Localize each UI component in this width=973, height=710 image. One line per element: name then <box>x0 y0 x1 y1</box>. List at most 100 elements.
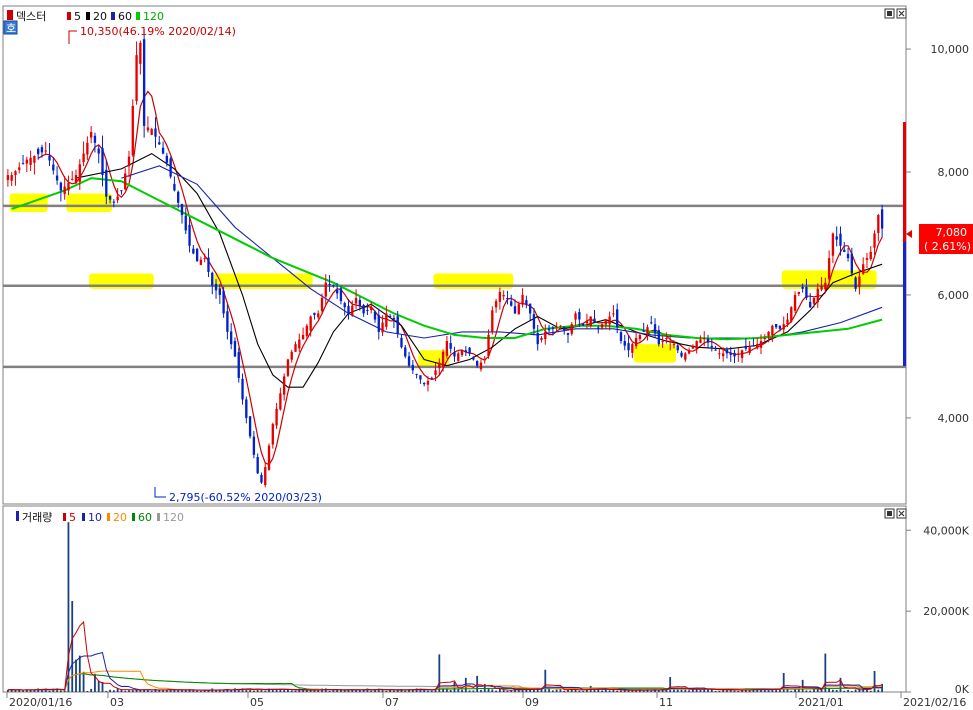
volume-bar <box>737 690 740 692</box>
volume-bar <box>843 690 846 692</box>
corner-badge-label: 호 <box>6 22 16 35</box>
volume-bar <box>449 689 452 692</box>
volume-bar <box>59 690 62 692</box>
volume-bar <box>86 690 89 692</box>
volume-bar <box>385 690 388 692</box>
candle-body <box>661 341 664 343</box>
candle <box>169 156 172 179</box>
candle-body <box>502 294 505 297</box>
candle-body <box>252 436 256 455</box>
volume-bar <box>832 689 834 692</box>
candle-body <box>203 258 206 260</box>
candle-body <box>63 186 66 195</box>
candle-body <box>525 300 528 305</box>
candle-body <box>831 233 835 256</box>
candle-body <box>131 105 134 156</box>
candle-body <box>381 322 384 333</box>
price-tick-label: 10,000 <box>931 43 970 56</box>
volume-bar <box>181 690 183 692</box>
candle-body <box>718 353 721 355</box>
candle-body <box>286 359 290 376</box>
candle-body <box>366 309 369 311</box>
candle-body <box>729 352 732 355</box>
volume-bar <box>252 690 255 692</box>
candle-body <box>207 257 210 272</box>
candle-body <box>105 169 108 197</box>
candle-body <box>600 324 604 328</box>
candle-body <box>778 326 782 329</box>
candle-body <box>873 233 876 248</box>
candle-body <box>865 258 869 260</box>
volume-bar <box>404 690 407 692</box>
candle-body <box>267 445 271 470</box>
volume-bar <box>498 689 501 692</box>
volume-bar <box>294 690 297 692</box>
volume-bar <box>264 690 267 692</box>
candle-body <box>230 331 233 345</box>
candle <box>491 306 494 335</box>
candle-body <box>528 303 532 314</box>
candle-body <box>271 424 274 445</box>
candle-body <box>385 313 388 327</box>
volume-bar <box>616 690 619 692</box>
candle-body <box>786 319 789 325</box>
volume-bar <box>483 683 486 692</box>
volume-bar <box>620 690 622 692</box>
candle-body <box>309 316 312 331</box>
candle-body <box>97 148 100 154</box>
candle-body <box>139 42 142 64</box>
candle-body <box>142 39 146 126</box>
candle-body <box>479 362 483 370</box>
volume-bar <box>582 690 585 692</box>
candle-body <box>612 313 615 315</box>
candle-body <box>532 314 536 329</box>
candle-body <box>767 331 770 337</box>
candle-body <box>733 352 736 357</box>
candle-body <box>441 351 445 367</box>
candle-body <box>434 370 437 376</box>
candle-body <box>328 284 331 286</box>
price-tick-label: 4,000 <box>938 412 970 425</box>
legend-swatch-ma60 <box>111 12 115 20</box>
candle-body <box>669 341 672 343</box>
candle-body <box>619 332 623 342</box>
candle-body <box>737 353 740 355</box>
candle-body <box>146 127 150 131</box>
volume-tick-label: 40,000K <box>923 524 969 537</box>
candle-body <box>536 332 539 345</box>
volume-bar <box>809 690 812 692</box>
volume-bar <box>726 690 728 692</box>
candle-body <box>706 338 710 343</box>
candle-body <box>676 345 679 351</box>
x-tick-label: 05 <box>250 696 264 709</box>
candle-body <box>559 325 562 327</box>
candle-body <box>608 316 611 325</box>
volume-bar <box>491 689 494 692</box>
candle-body <box>116 196 119 201</box>
volume-bar <box>200 690 202 692</box>
candle-body <box>430 377 433 379</box>
volume-bar <box>828 688 831 692</box>
candle-body <box>714 349 717 351</box>
candle-body <box>177 191 180 203</box>
candle-body <box>487 334 490 356</box>
candle-body <box>214 283 218 291</box>
candle-body <box>33 156 36 163</box>
volume-bar <box>551 690 554 692</box>
candle-body <box>59 182 63 191</box>
candle-body <box>589 316 592 327</box>
volume-bar <box>718 690 721 692</box>
legend-swatch-vol-ma5 <box>63 513 66 521</box>
x-tick-label: 2020/01/16 <box>9 696 72 709</box>
candle-body <box>491 310 494 333</box>
candle-body <box>78 164 81 182</box>
candle-body <box>801 286 804 289</box>
candle-body <box>638 334 642 340</box>
candle-body <box>475 361 479 366</box>
candle-body <box>48 155 51 161</box>
volume-bar <box>82 671 85 692</box>
candle-body <box>877 215 880 234</box>
candle-body <box>774 323 778 328</box>
price-range-bar-up <box>903 122 906 242</box>
volume-bar <box>283 690 286 692</box>
